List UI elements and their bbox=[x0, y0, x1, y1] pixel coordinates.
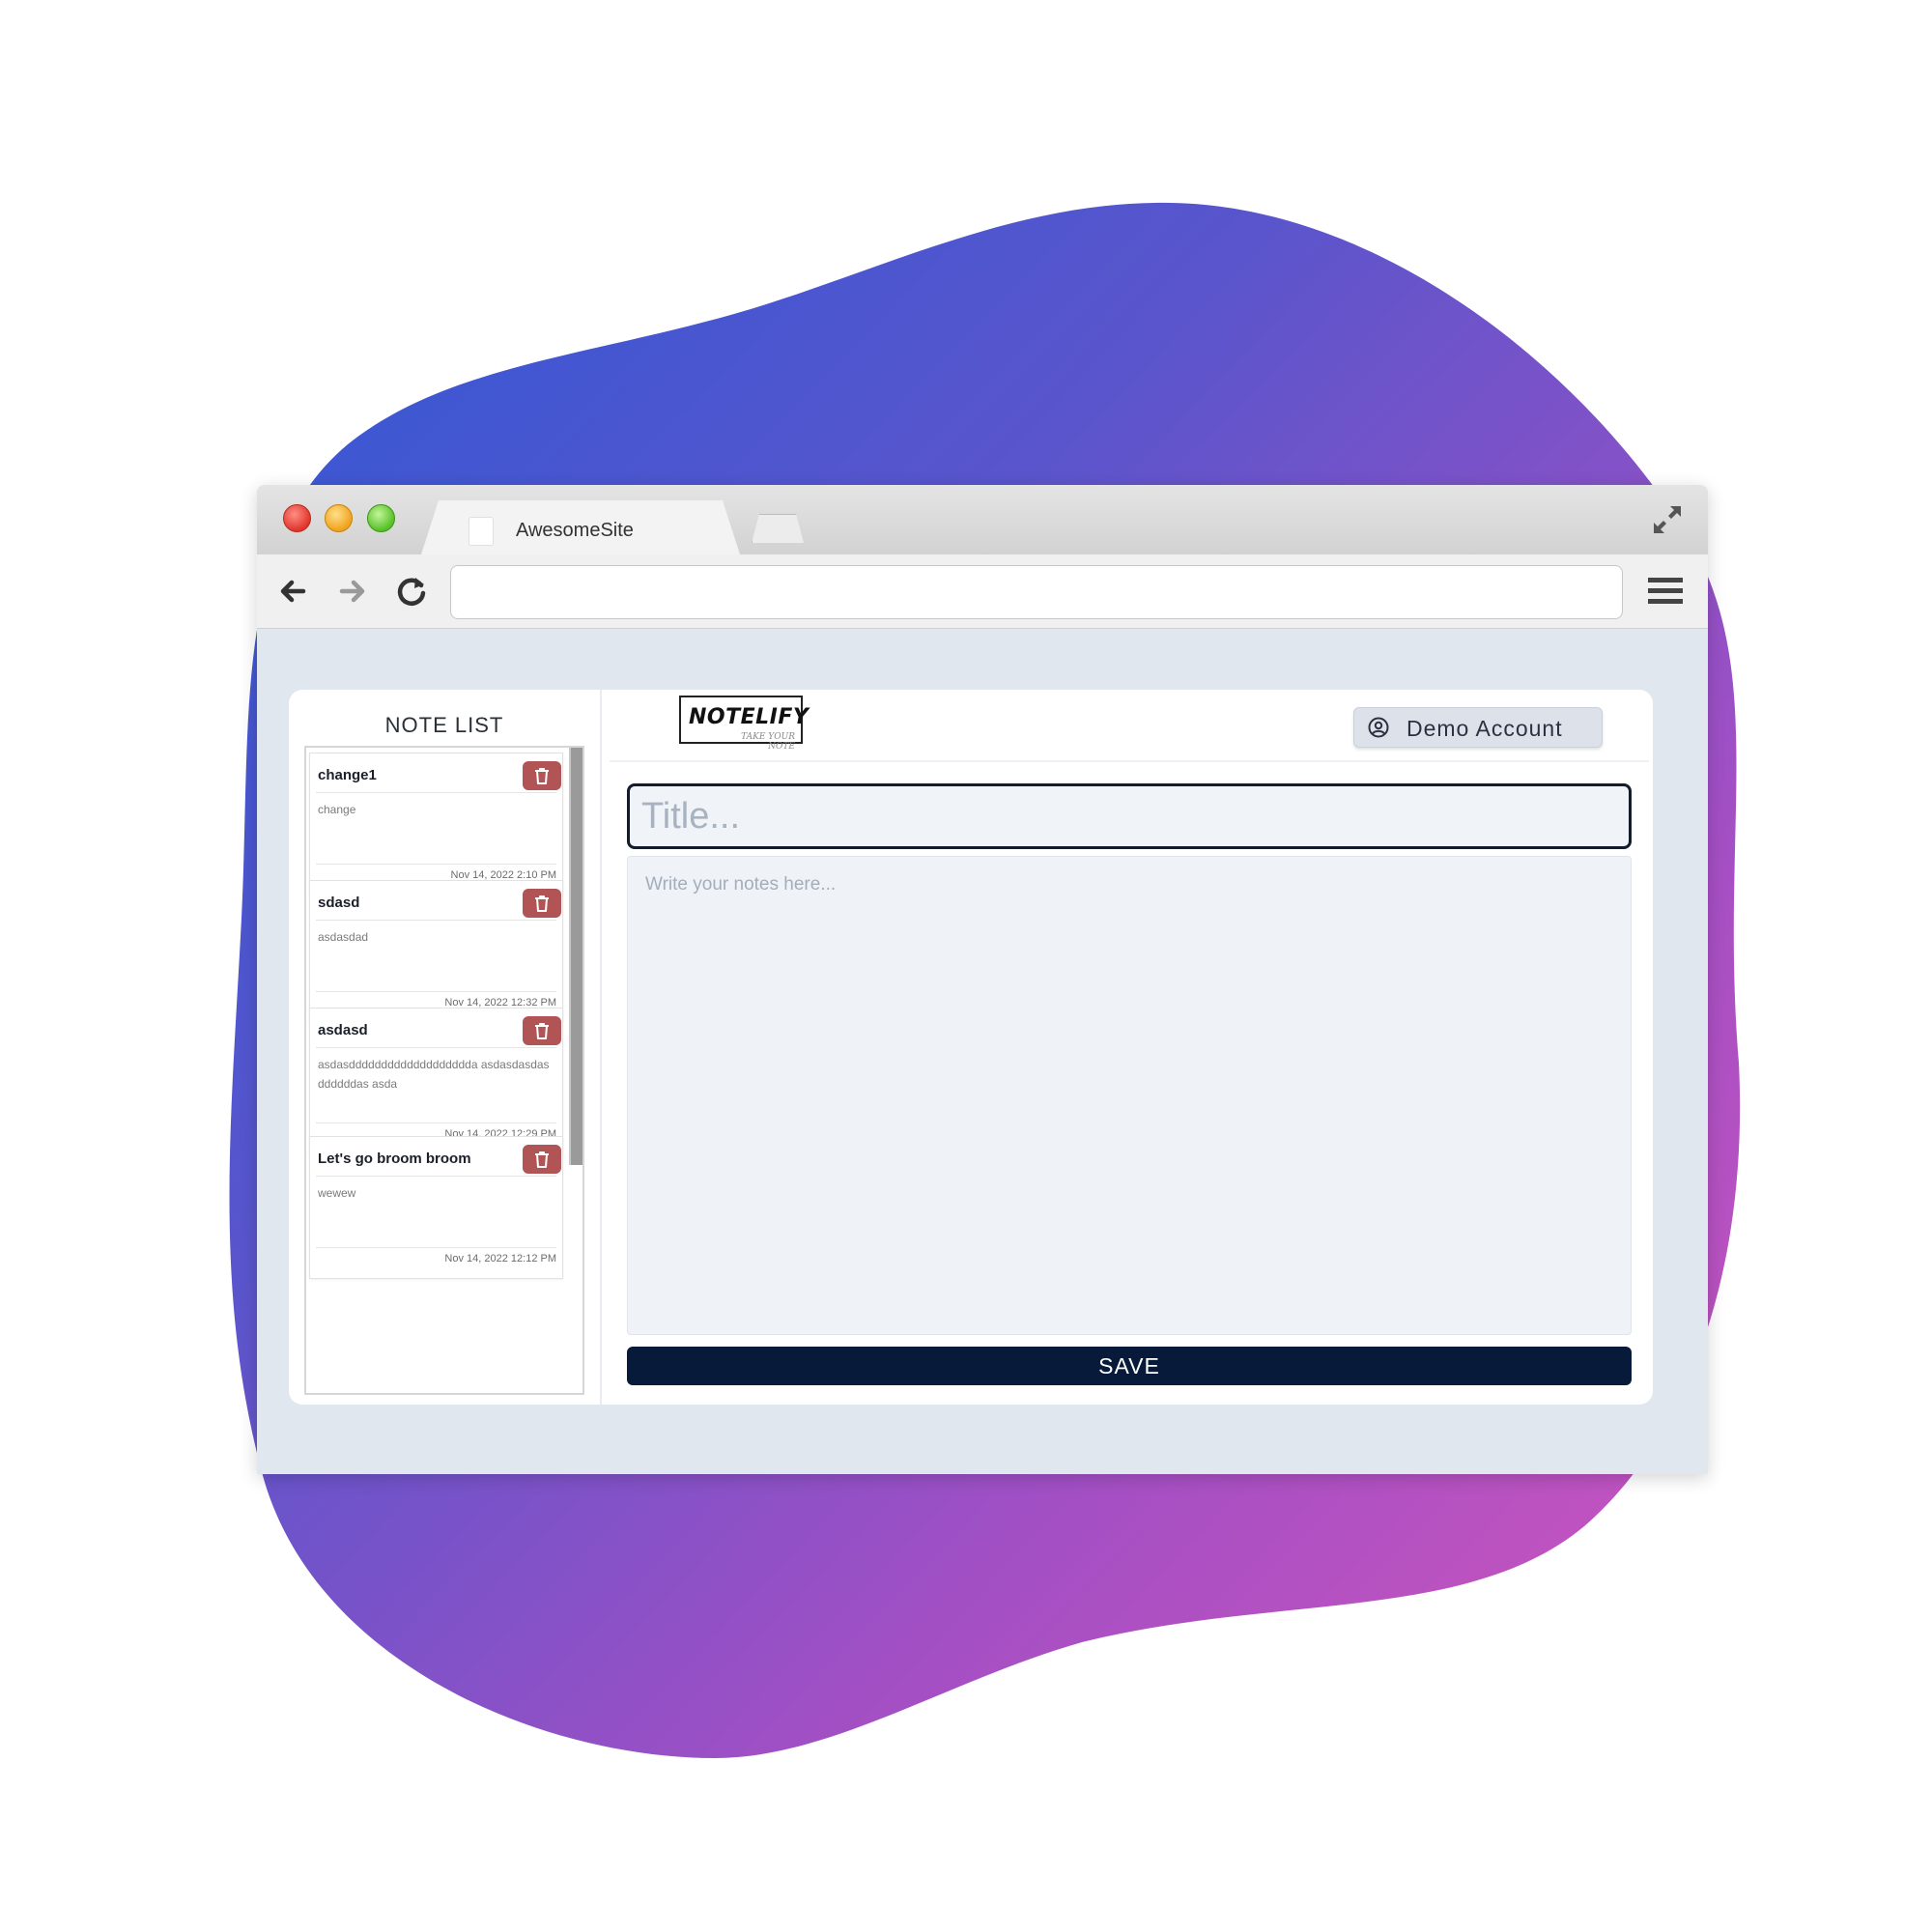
note-date: Nov 14, 2022 12:12 PM bbox=[444, 1253, 556, 1264]
browser-toolbar bbox=[257, 554, 1708, 629]
note-preview: asdasddddddddddddddddddda asdasdasdasddd… bbox=[318, 1058, 550, 1091]
hamburger-menu-icon[interactable] bbox=[1648, 576, 1683, 607]
note-title: sdasd bbox=[318, 895, 360, 911]
notelify-app: NOTE LIST change1 change Nov 14, 2022 2:… bbox=[289, 690, 1653, 1405]
note-list-panel: NOTE LIST change1 change Nov 14, 2022 2:… bbox=[289, 690, 602, 1405]
page-favicon-icon bbox=[469, 518, 493, 545]
browser-tab[interactable]: AwesomeSite ✕ bbox=[421, 500, 740, 554]
account-button[interactable]: Demo Account bbox=[1353, 707, 1603, 748]
delete-note-button[interactable] bbox=[523, 1016, 561, 1045]
note-editor: NOTELIFY TAKE YOUR NOTE Demo Account SAV… bbox=[602, 690, 1653, 1405]
arrow-left-icon[interactable] bbox=[274, 572, 313, 611]
user-circle-icon bbox=[1368, 717, 1389, 738]
note-divider bbox=[316, 1047, 556, 1048]
address-bar[interactable] bbox=[450, 565, 1623, 619]
account-label: Demo Account bbox=[1406, 716, 1563, 741]
trash-icon bbox=[535, 1023, 549, 1039]
note-divider bbox=[316, 1122, 556, 1123]
new-tab-button[interactable] bbox=[752, 514, 804, 543]
save-button[interactable]: SAVE bbox=[627, 1347, 1632, 1385]
browser-window: AwesomeSite ✕ NOTE LIST change1 change N… bbox=[257, 485, 1708, 1474]
note-title: Let's go broom broom bbox=[318, 1151, 471, 1167]
note-title: asdasd bbox=[318, 1022, 368, 1038]
logo-tagline: TAKE YOUR NOTE bbox=[741, 732, 795, 752]
note-title-input[interactable] bbox=[627, 783, 1632, 849]
note-divider bbox=[316, 920, 556, 921]
note-divider bbox=[316, 991, 556, 992]
arrow-right-icon[interactable] bbox=[332, 572, 371, 611]
delete-note-button[interactable] bbox=[523, 889, 561, 918]
note-divider bbox=[316, 1176, 556, 1177]
note-preview: change bbox=[318, 803, 356, 816]
note-body-textarea[interactable] bbox=[627, 856, 1632, 1335]
note-divider bbox=[316, 1247, 556, 1248]
note-card[interactable]: sdasd asdasdad Nov 14, 2022 12:32 PM bbox=[309, 880, 563, 1023]
reload-icon[interactable] bbox=[392, 572, 431, 611]
note-preview: wewew bbox=[318, 1186, 356, 1200]
logo-text: NOTELIFY bbox=[689, 705, 810, 729]
note-preview: asdasdad bbox=[318, 930, 369, 944]
note-card[interactable]: change1 change Nov 14, 2022 2:10 PM bbox=[309, 753, 563, 895]
note-card[interactable]: asdasd asdasddddddddddddddddddda asdasda… bbox=[309, 1008, 563, 1154]
note-title: change1 bbox=[318, 767, 377, 783]
note-list-scrollbar[interactable] bbox=[569, 748, 582, 1165]
trash-icon bbox=[535, 1151, 549, 1168]
tab-title: AwesomeSite bbox=[516, 520, 634, 541]
note-list-title: NOTE LIST bbox=[384, 713, 504, 737]
note-card[interactable]: Let's go broom broom wewew Nov 14, 2022 … bbox=[309, 1136, 563, 1279]
maximize-window-button[interactable] bbox=[367, 504, 395, 532]
delete-note-button[interactable] bbox=[523, 761, 561, 790]
close-window-button[interactable] bbox=[283, 504, 311, 532]
title-bar: AwesomeSite ✕ bbox=[257, 485, 1708, 554]
note-divider bbox=[316, 792, 556, 793]
trash-icon bbox=[535, 895, 549, 912]
note-list: change1 change Nov 14, 2022 2:10 PM sdas… bbox=[304, 746, 584, 1395]
note-divider bbox=[316, 864, 556, 865]
expand-icon[interactable] bbox=[1650, 502, 1685, 537]
delete-note-button[interactable] bbox=[523, 1145, 561, 1174]
minimize-window-button[interactable] bbox=[325, 504, 353, 532]
header-divider bbox=[610, 760, 1649, 762]
trash-icon bbox=[535, 768, 549, 784]
tab-close-icon[interactable]: ✕ bbox=[864, 533, 883, 556]
